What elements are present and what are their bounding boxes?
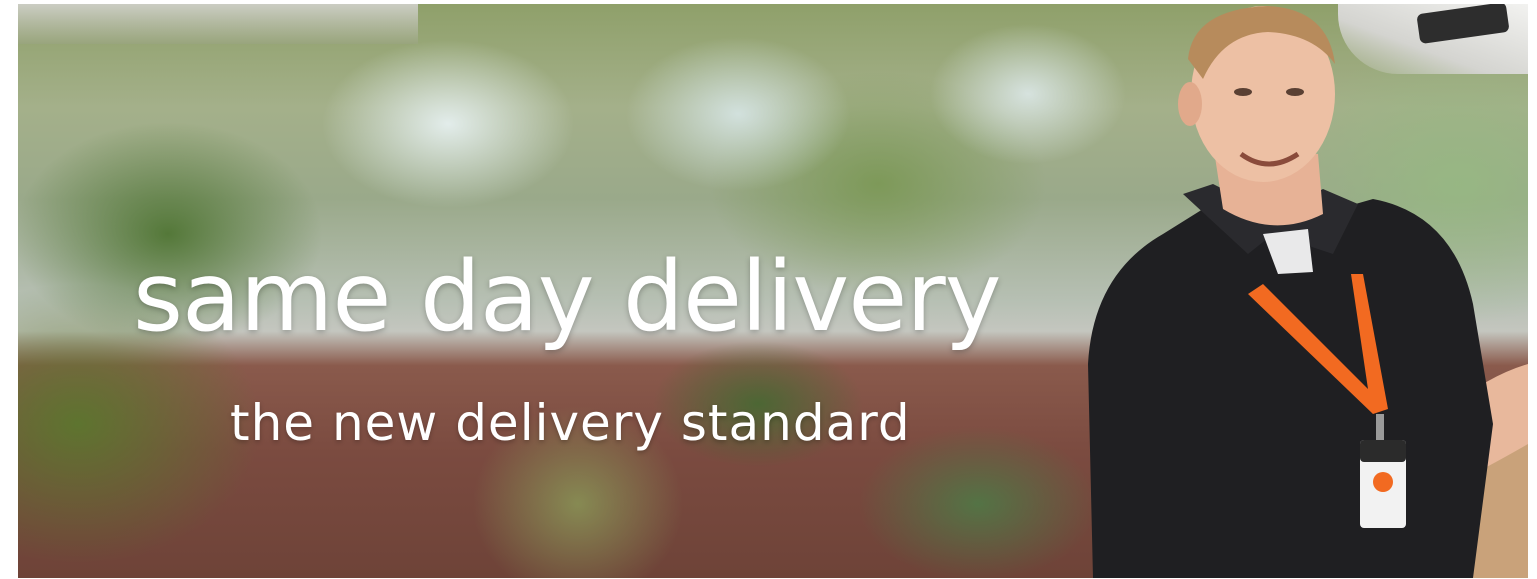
driver-ear: [1178, 82, 1202, 126]
hero-headline: same day delivery: [133, 241, 1002, 353]
badge-header: [1360, 440, 1406, 462]
driver-eye-left: [1234, 88, 1252, 96]
page: same day delivery the new delivery stand…: [0, 0, 1537, 579]
badge-logo: [1373, 472, 1393, 492]
hero-subheadline: the new delivery standard: [230, 394, 911, 452]
hero-banner: same day delivery the new delivery stand…: [18, 4, 1528, 578]
building-overhang: [18, 4, 418, 44]
driver-eye-right: [1286, 88, 1304, 96]
badge-clip: [1376, 414, 1384, 440]
delivery-driver-photo: [1088, 6, 1528, 578]
